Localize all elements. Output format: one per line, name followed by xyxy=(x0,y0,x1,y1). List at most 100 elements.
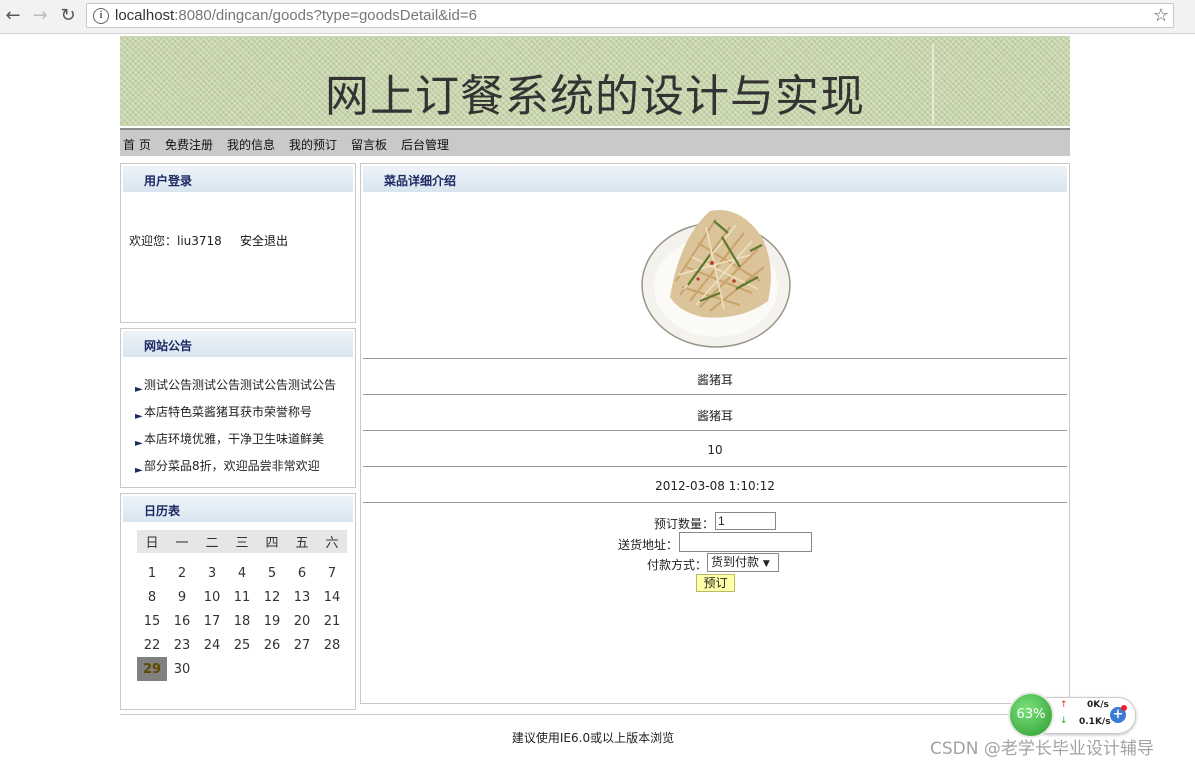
calendar-day[interactable]: 28 xyxy=(317,633,347,657)
calendar-day[interactable]: 2 xyxy=(167,561,197,585)
payment-select[interactable]: 货到付款 ▼ xyxy=(707,553,779,572)
calendar-day[interactable]: 6 xyxy=(287,561,317,585)
calendar-day[interactable]: 10 xyxy=(197,585,227,609)
calendar-day[interactable]: 4 xyxy=(227,561,257,585)
bullet-icon: ► xyxy=(135,411,143,422)
calendar-day[interactable]: 7 xyxy=(317,561,347,585)
calendar-day[interactable]: 12 xyxy=(257,585,287,609)
notice-item-text: 测试公告测试公告测试公告测试公告 xyxy=(144,378,337,392)
main-menu: 首 页 免费注册 我的信息 我的预订 留言板 后台管理 xyxy=(120,128,1070,156)
calendar-day[interactable]: 19 xyxy=(257,609,287,633)
detail-panel-header: 菜品详细介绍 xyxy=(363,166,1067,192)
menu-home[interactable]: 首 页 xyxy=(123,136,151,153)
logout-link[interactable]: 安全退出 xyxy=(240,232,288,249)
notice-item-text: 部分菜品8折，欢迎品尝非常欢迎 xyxy=(144,459,320,473)
menu-my-info[interactable]: 我的信息 xyxy=(227,136,275,153)
dish-price: 10 xyxy=(707,443,723,457)
download-speed: 0.1K/s xyxy=(1079,717,1111,727)
weekday-header: 五 xyxy=(287,530,317,553)
back-arrow-icon[interactable]: ← xyxy=(2,5,24,27)
order-button[interactable]: 预订 xyxy=(696,574,735,592)
bullet-icon: ► xyxy=(135,465,143,476)
menu-register[interactable]: 免费注册 xyxy=(165,136,213,153)
weekday-header: 四 xyxy=(257,530,287,553)
notice-panel-title: 网站公告 xyxy=(144,339,193,353)
info-icon[interactable]: i xyxy=(93,8,109,24)
dish-date: 2012-03-08 1:10:12 xyxy=(655,479,775,493)
notification-dot xyxy=(1121,705,1127,711)
calendar-panel: 日历表 日 一 二 三 四 五 六 1 2 3 4 5 6 7 8 9 10 1… xyxy=(120,493,356,710)
notice-item[interactable]: ►部分菜品8折，欢迎品尝非常欢迎 xyxy=(135,457,320,476)
calendar-day xyxy=(287,657,317,681)
bullet-icon: ► xyxy=(135,384,143,395)
address-input[interactable] xyxy=(679,532,812,552)
bookmark-star-icon[interactable]: ☆ xyxy=(1153,5,1169,26)
divider xyxy=(363,394,1067,395)
divider xyxy=(363,466,1067,467)
reload-icon[interactable]: ↻ xyxy=(57,5,79,27)
calendar-day[interactable]: 1 xyxy=(137,561,167,585)
quantity-label: 预订数量： xyxy=(654,517,715,531)
url-text[interactable]: localhost:8080/dingcan/goods?type=goodsD… xyxy=(115,7,477,24)
calendar-day[interactable]: 13 xyxy=(287,585,317,609)
footer-note: 建议使用IE6.0或以上版本浏览 xyxy=(511,731,675,745)
calendar-table: 日 一 二 三 四 五 六 1 2 3 4 5 6 7 8 9 10 11 12… xyxy=(137,530,347,681)
menu-guestbook[interactable]: 留言板 xyxy=(351,136,387,153)
calendar-day[interactable]: 23 xyxy=(167,633,197,657)
notice-item[interactable]: ►本店特色菜酱猪耳获市荣誉称号 xyxy=(135,403,312,422)
detail-panel-title: 菜品详细介绍 xyxy=(384,174,457,188)
divider xyxy=(363,502,1067,503)
notice-item[interactable]: ►测试公告测试公告测试公告测试公告 xyxy=(135,376,336,395)
menu-admin[interactable]: 后台管理 xyxy=(401,136,449,153)
notice-item-text: 本店特色菜酱猪耳获市荣誉称号 xyxy=(144,405,313,419)
calendar-day[interactable]: 26 xyxy=(257,633,287,657)
calendar-day[interactable]: 5 xyxy=(257,561,287,585)
calendar-day[interactable]: 8 xyxy=(137,585,167,609)
calendar-day[interactable]: 24 xyxy=(197,633,227,657)
address-bar[interactable]: i localhost:8080/dingcan/goods?type=good… xyxy=(86,3,1174,28)
forward-arrow-icon[interactable]: → xyxy=(29,5,51,27)
calendar-panel-header: 日历表 xyxy=(123,496,353,522)
calendar-day[interactable]: 22 xyxy=(137,633,167,657)
weekday-header: 三 xyxy=(227,530,257,553)
dish-name: 酱猪耳 xyxy=(696,373,733,387)
calendar-day[interactable]: 9 xyxy=(167,585,197,609)
calendar-day xyxy=(197,657,227,681)
notice-panel-header: 网站公告 xyxy=(123,331,353,357)
dish-description: 酱猪耳 xyxy=(696,409,733,423)
calendar-day[interactable]: 11 xyxy=(227,585,257,609)
menu-my-orders[interactable]: 我的预订 xyxy=(289,136,337,153)
dropdown-arrow-icon: ▼ xyxy=(762,559,770,569)
payment-select-value: 货到付款 xyxy=(711,555,760,569)
quantity-input[interactable]: 1 xyxy=(715,512,776,530)
site-title: 网上订餐系统的设计与实现 xyxy=(325,71,865,122)
calendar-day[interactable]: 30 xyxy=(167,657,197,681)
network-speed-widget[interactable]: 63% ↑ 0K/s ↓ 0.1K/s + xyxy=(1008,692,1136,738)
calendar-day[interactable]: 15 xyxy=(137,609,167,633)
calendar-day-today[interactable]: 29 xyxy=(137,657,167,681)
calendar-day[interactable]: 27 xyxy=(287,633,317,657)
payment-label: 付款方式： xyxy=(647,558,708,572)
calendar-day xyxy=(227,657,257,681)
calendar-day[interactable]: 25 xyxy=(227,633,257,657)
notice-item[interactable]: ►本店环境优雅，干净卫生味道鲜美 xyxy=(135,430,324,449)
login-panel: 用户登录 欢迎您：liu3718 安全退出 xyxy=(120,163,356,323)
weekday-header: 一 xyxy=(167,530,197,553)
welcome-text: 欢迎您：liu3718 xyxy=(129,234,222,248)
notice-item-text: 本店环境优雅，干净卫生味道鲜美 xyxy=(144,432,325,446)
login-panel-title: 用户登录 xyxy=(144,174,193,188)
download-arrow-icon: ↓ xyxy=(1060,716,1068,726)
detail-panel: 菜品详细介绍 酱猪耳 酱猪耳 10 2012-03-08 1:10:12 预订数… xyxy=(360,163,1070,704)
footer-divider xyxy=(120,714,1070,715)
upload-arrow-icon: ↑ xyxy=(1060,700,1068,710)
calendar-day[interactable]: 21 xyxy=(317,609,347,633)
calendar-day[interactable]: 18 xyxy=(227,609,257,633)
speed-percent[interactable]: 63% xyxy=(1008,692,1054,738)
site-banner: 网上订餐系统的设计与实现 xyxy=(120,36,1070,126)
weekday-header: 二 xyxy=(197,530,227,553)
calendar-day[interactable]: 17 xyxy=(197,609,227,633)
calendar-day[interactable]: 16 xyxy=(167,609,197,633)
calendar-day[interactable]: 3 xyxy=(197,561,227,585)
calendar-day[interactable]: 20 xyxy=(287,609,317,633)
calendar-day[interactable]: 14 xyxy=(317,585,347,609)
